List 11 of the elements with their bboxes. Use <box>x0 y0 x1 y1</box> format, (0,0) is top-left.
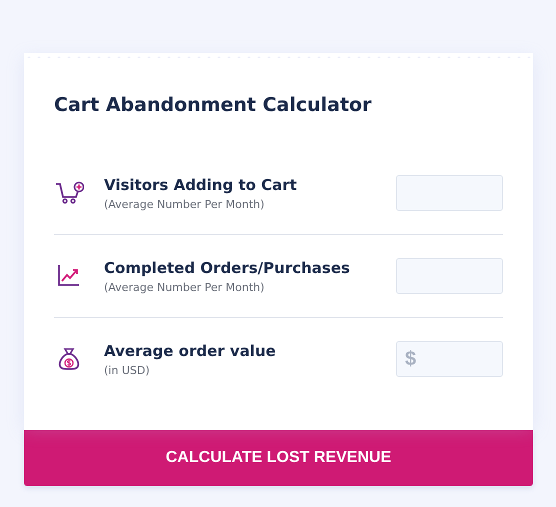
field-label: Completed Orders/Purchases <box>104 258 351 276</box>
calculate-button[interactable]: CALCULATE LOST REVENUE <box>24 430 533 486</box>
field-label: Visitors Adding to Cart <box>104 176 298 194</box>
field-hint: (in USD) <box>104 364 151 376</box>
calculator-title: Cart Abandonment Calculator <box>54 93 372 118</box>
input-field[interactable]: $ <box>396 341 503 377</box>
field-hint: (Average Number Per Month) <box>104 198 266 210</box>
input-field[interactable] <box>396 175 503 211</box>
field-hint: (Average Number Per Month) <box>104 280 266 294</box>
field-label: Average order value <box>104 342 277 360</box>
input-field[interactable] <box>396 258 503 294</box>
